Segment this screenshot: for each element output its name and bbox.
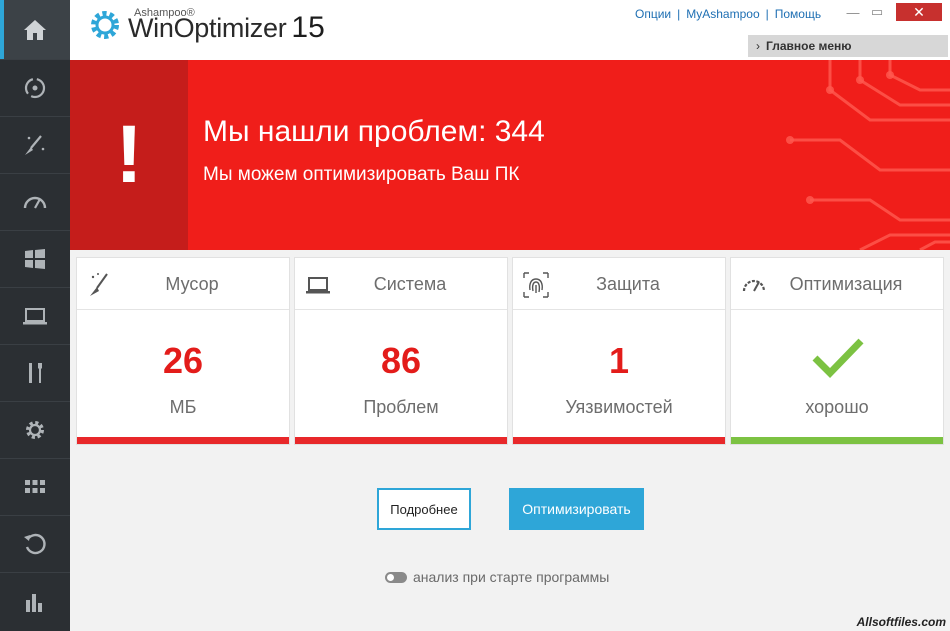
status-banner: ! Мы нашли проблем: 344 Мы можем оптимиз… — [70, 60, 950, 250]
magic-broom-icon — [25, 135, 45, 155]
home-icon — [24, 19, 46, 40]
status-bar — [513, 437, 725, 444]
sidebar — [0, 0, 70, 631]
card-title: Оптимизация — [789, 274, 903, 294]
refresh-cycle-icon — [24, 77, 46, 99]
system-card[interactable]: Система 86 Проблем — [294, 257, 508, 445]
laptop-icon — [23, 308, 47, 325]
exclamation-icon: ! — [115, 109, 143, 200]
card-title: Защита — [596, 274, 660, 294]
card-unit: хорошо — [805, 397, 869, 417]
startup-analysis-label: анализ при старте программы — [413, 569, 610, 585]
status-bar — [295, 437, 507, 444]
sidebar-item-modules[interactable] — [0, 459, 70, 516]
gear-icon — [26, 421, 44, 439]
optimization-card[interactable]: Оптимизация хорошо — [730, 257, 944, 445]
watermark: Allsoftfiles.com — [856, 615, 946, 629]
optimize-button[interactable]: Оптимизировать — [509, 488, 644, 530]
card-unit: Проблем — [363, 397, 439, 417]
header: Ashampoo® WinOptimizer 15 Опции | MyAsham… — [70, 0, 950, 60]
problems-title: Мы нашли проблем: 344 — [203, 115, 545, 148]
card-unit: Уязвимостей — [565, 397, 673, 417]
security-card[interactable]: Защита 1 Уязвимостей — [512, 257, 726, 445]
sidebar-item-cleaner[interactable] — [0, 117, 70, 174]
help-link[interactable]: Помощь — [775, 7, 821, 21]
startup-analysis-toggle[interactable] — [385, 571, 407, 583]
statistics-icon — [26, 594, 42, 612]
close-button[interactable]: ✕ — [896, 3, 942, 21]
status-bar — [731, 437, 943, 444]
sidebar-item-windows[interactable] — [0, 231, 70, 288]
checkmark-icon — [812, 338, 864, 378]
minimize-button[interactable]: — — [842, 3, 864, 21]
sidebar-item-tools[interactable] — [0, 345, 70, 402]
windows-icon — [25, 249, 45, 269]
main-menu-label: Главное меню — [766, 39, 852, 53]
tools-icon — [29, 363, 42, 383]
maximize-button[interactable]: ▭ — [866, 3, 888, 21]
app-version: 15 — [291, 10, 325, 44]
main-menu-button[interactable]: › Главное меню — [748, 35, 948, 57]
sidebar-item-backups[interactable] — [0, 516, 70, 573]
card-title: Система — [373, 274, 447, 294]
restore-icon — [24, 533, 46, 555]
problems-subtitle: Мы можем оптимизировать Ваш ПК — [203, 164, 520, 185]
status-bar — [77, 437, 289, 444]
chevron-right-icon: › — [756, 39, 760, 53]
card-unit: МБ — [169, 397, 197, 417]
warning-panel: ! — [70, 60, 188, 250]
card-title: Мусор — [165, 274, 219, 294]
ashampoo-gear-icon — [88, 8, 122, 47]
app-logo: Ashampoo® WinOptimizer 15 — [88, 6, 325, 47]
sidebar-item-speed[interactable] — [0, 174, 70, 231]
startup-analysis-row: анализ при старте программы — [385, 569, 609, 585]
circuit-pattern-icon — [786, 60, 950, 250]
junk-card[interactable]: Мусор 26 МБ — [76, 257, 290, 445]
options-link[interactable]: Опции — [635, 7, 671, 21]
details-button[interactable]: Подробнее — [377, 488, 471, 530]
sidebar-item-system[interactable] — [0, 288, 70, 345]
sidebar-item-home[interactable] — [0, 0, 70, 60]
brand-name: Ashampoo® — [134, 6, 195, 19]
speedometer-icon — [23, 196, 47, 209]
card-value: 1 — [608, 340, 630, 381]
card-value: 86 — [380, 340, 422, 381]
card-value: 26 — [162, 340, 204, 381]
sidebar-item-maintenance[interactable] — [0, 60, 70, 117]
link-separator: | — [765, 7, 769, 21]
top-links: Опции | MyAshampoo | Помощь — [635, 7, 821, 21]
sidebar-item-statistics[interactable] — [0, 573, 70, 631]
grid-icon — [25, 480, 45, 493]
sidebar-item-settings[interactable] — [0, 402, 70, 459]
myashampoo-link[interactable]: MyAshampoo — [686, 7, 759, 21]
link-separator: | — [677, 7, 681, 21]
